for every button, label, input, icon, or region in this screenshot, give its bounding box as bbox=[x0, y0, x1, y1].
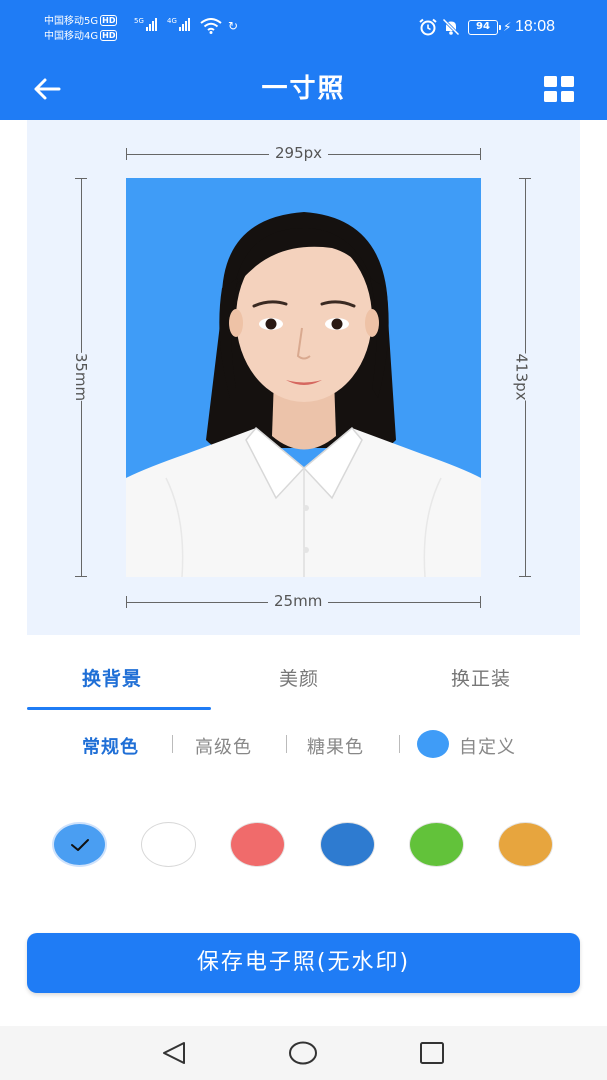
hd-badge: HD bbox=[100, 30, 118, 41]
nav-home-button[interactable] bbox=[286, 1038, 320, 1068]
swatch-blue-selected[interactable] bbox=[52, 822, 107, 867]
grid-menu-button[interactable] bbox=[536, 66, 582, 112]
carrier-1: 中国移动5G HD bbox=[44, 15, 118, 28]
signal-5g-label: 5G bbox=[134, 17, 144, 25]
app-bar: 一寸照 bbox=[0, 56, 607, 120]
swatch-orange[interactable] bbox=[498, 822, 553, 867]
signal-5g-icon: 5G bbox=[134, 18, 157, 31]
swatch-green[interactable] bbox=[409, 822, 464, 867]
grid-icon bbox=[544, 76, 574, 102]
swatch-dark-blue[interactable] bbox=[320, 822, 375, 867]
system-nav-bar bbox=[0, 1026, 607, 1080]
carrier-1-label: 中国移动5G bbox=[44, 16, 99, 27]
hd-badge: HD bbox=[100, 15, 118, 26]
save-photo-button[interactable]: 保存电子照(无水印) bbox=[27, 933, 580, 993]
status-bar: 中国移动5G HD 中国移动4G HD 5G 4G ↻ 94 ⚡ 18:08 bbox=[0, 0, 607, 56]
divider bbox=[399, 735, 400, 753]
carrier-2-label: 中国移动4G bbox=[44, 31, 99, 42]
divider bbox=[286, 735, 287, 753]
clock: 18:08 bbox=[515, 18, 556, 35]
subcat-regular-colors[interactable]: 常规色 bbox=[82, 733, 139, 759]
carrier-2: 中国移动4G HD bbox=[44, 30, 118, 43]
portrait-illustration bbox=[126, 212, 481, 577]
active-tab-indicator bbox=[27, 707, 211, 710]
height-px-dimension: 413px bbox=[512, 178, 535, 577]
swatch-red[interactable] bbox=[230, 822, 285, 867]
nav-back-button[interactable] bbox=[157, 1038, 191, 1068]
back-triangle-icon bbox=[163, 1042, 185, 1064]
home-circle-icon bbox=[289, 1041, 317, 1065]
width-mm-dimension: 25mm bbox=[126, 592, 481, 612]
recents-square-icon bbox=[420, 1042, 444, 1064]
height-px-label: 413px bbox=[512, 353, 531, 401]
nav-recents-button[interactable] bbox=[415, 1038, 449, 1068]
bolt-icon: ⚡ bbox=[503, 20, 512, 34]
subcat-premium-colors[interactable]: 高级色 bbox=[195, 733, 252, 759]
height-mm-label: 35mm bbox=[72, 352, 91, 402]
mute-icon bbox=[442, 18, 460, 36]
color-category-selector: 常规色 高级色 糖果色 自定义 bbox=[0, 725, 607, 765]
sync-icon: ↻ bbox=[228, 19, 239, 33]
divider bbox=[172, 735, 173, 753]
tab-change-background[interactable]: 换背景 bbox=[82, 664, 142, 691]
id-photo bbox=[126, 178, 481, 577]
edit-tabs: 换背景 美颜 换正装 bbox=[27, 652, 580, 712]
check-icon bbox=[70, 838, 89, 851]
wifi-icon bbox=[200, 18, 222, 34]
width-px-label: 295px bbox=[269, 144, 329, 162]
tab-change-outfit[interactable]: 换正装 bbox=[451, 664, 511, 691]
tab-beauty[interactable]: 美颜 bbox=[279, 664, 319, 691]
alarm-icon bbox=[419, 18, 437, 36]
photo-preview-area: 295px 25mm 35mm 413px bbox=[27, 120, 580, 635]
signal-4g-label: 4G bbox=[167, 17, 177, 25]
custom-color-swatch[interactable] bbox=[417, 730, 449, 758]
signal-4g-icon: 4G bbox=[167, 18, 190, 31]
height-mm-dimension: 35mm bbox=[71, 178, 91, 577]
swatch-white[interactable] bbox=[141, 822, 196, 867]
battery-indicator: 94 bbox=[468, 20, 501, 35]
subcat-candy-colors[interactable]: 糖果色 bbox=[307, 733, 364, 759]
page-title: 一寸照 bbox=[261, 74, 346, 104]
subcat-custom[interactable]: 自定义 bbox=[459, 733, 516, 759]
width-mm-label: 25mm bbox=[268, 592, 329, 610]
width-px-dimension: 295px bbox=[126, 144, 481, 164]
